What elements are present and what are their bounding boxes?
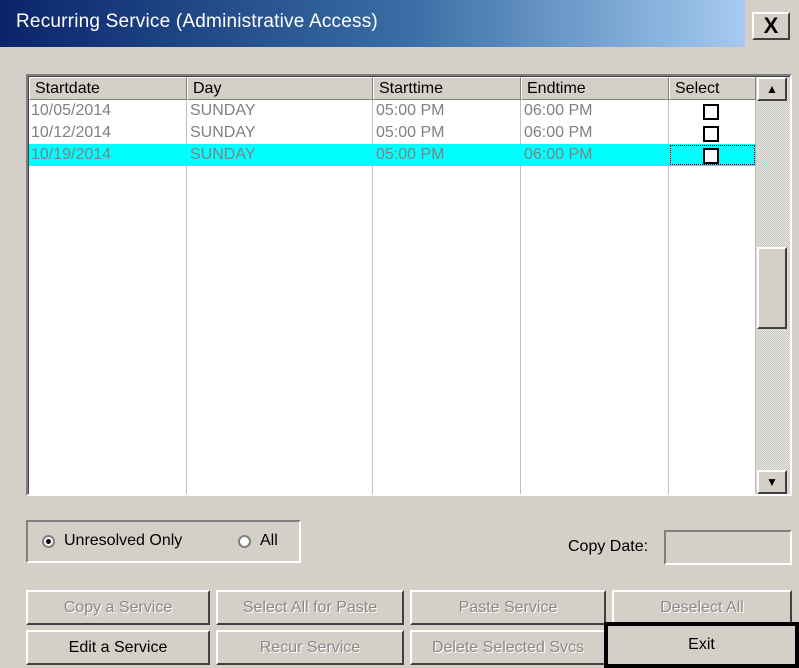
filter-radio-group: Unresolved Only All xyxy=(26,520,301,563)
select-checkbox[interactable] xyxy=(703,148,719,164)
column-header-starttime[interactable]: Starttime xyxy=(373,77,521,100)
deselect-all-button[interactable]: Deselect All xyxy=(612,590,792,625)
cell-day: SUNDAY xyxy=(190,124,256,141)
cell-day: SUNDAY xyxy=(190,102,256,119)
close-icon: X xyxy=(763,13,779,38)
column-header-endtime[interactable]: Endtime xyxy=(521,77,669,100)
cell-endtime: 06:00 PM xyxy=(524,146,593,163)
radio-label: Unresolved Only xyxy=(64,532,183,549)
cell-starttime: 05:00 PM xyxy=(376,146,445,163)
select-all-paste-button[interactable]: Select All for Paste xyxy=(216,590,404,625)
edit-service-button[interactable]: Edit a Service xyxy=(26,630,210,665)
cell-starttime: 05:00 PM xyxy=(376,102,445,119)
window-title: Recurring Service (Administrative Access… xyxy=(16,11,378,32)
title-bar: Recurring Service (Administrative Access… xyxy=(0,0,799,47)
service-grid[interactable]: Startdate Day Starttime Endtime Select 1… xyxy=(26,74,792,496)
title-bar-gradient: Recurring Service (Administrative Access… xyxy=(0,0,745,47)
cell-starttime: 05:00 PM xyxy=(376,124,445,141)
copy-service-button[interactable]: Copy a Service xyxy=(26,590,210,625)
column-header-day[interactable]: Day xyxy=(187,77,373,100)
scroll-down-button[interactable]: ▼ xyxy=(757,470,787,494)
cell-startdate: 10/19/2014 xyxy=(31,146,112,163)
paste-service-button[interactable]: Paste Service xyxy=(410,590,606,625)
table-row[interactable]: 10/12/2014 SUNDAY 05:00 PM 06:00 PM xyxy=(29,122,756,144)
cell-endtime: 06:00 PM xyxy=(524,124,593,141)
arrow-down-icon: ▼ xyxy=(766,475,778,489)
delete-selected-button[interactable]: Delete Selected Svcs xyxy=(410,630,606,665)
radio-unresolved-only[interactable]: Unresolved Only xyxy=(42,532,182,550)
scrollbar-thumb[interactable] xyxy=(757,247,787,329)
cell-startdate: 10/05/2014 xyxy=(31,102,112,119)
cell-startdate: 10/12/2014 xyxy=(31,124,112,141)
cell-day: SUNDAY xyxy=(190,146,256,163)
select-checkbox[interactable] xyxy=(703,104,719,120)
column-header-select[interactable]: Select xyxy=(669,77,756,100)
radio-unchecked-icon[interactable] xyxy=(238,534,251,548)
table-row[interactable]: 10/05/2014 SUNDAY 05:00 PM 06:00 PM xyxy=(29,100,756,122)
table-row-selected[interactable]: 10/19/2014 SUNDAY 05:00 PM 06:00 PM xyxy=(29,144,756,166)
grid-body: Startdate Day Starttime Endtime Select 1… xyxy=(28,76,790,494)
select-checkbox[interactable] xyxy=(703,126,719,142)
radio-label: All xyxy=(260,532,278,549)
cell-endtime: 06:00 PM xyxy=(524,102,593,119)
vertical-scrollbar[interactable]: ▲ ▼ xyxy=(756,77,790,494)
close-button[interactable]: X xyxy=(752,12,790,40)
copy-date-label: Copy Date: xyxy=(568,538,649,555)
recur-service-button[interactable]: Recur Service xyxy=(216,630,404,665)
radio-checked-icon[interactable] xyxy=(42,534,55,548)
copy-date-field[interactable] xyxy=(664,530,792,565)
arrow-up-icon: ▲ xyxy=(766,82,778,96)
exit-button[interactable]: Exit xyxy=(604,622,799,668)
column-header-startdate[interactable]: Startdate xyxy=(29,77,187,100)
radio-all[interactable]: All xyxy=(238,532,278,550)
scroll-up-button[interactable]: ▲ xyxy=(757,77,787,101)
